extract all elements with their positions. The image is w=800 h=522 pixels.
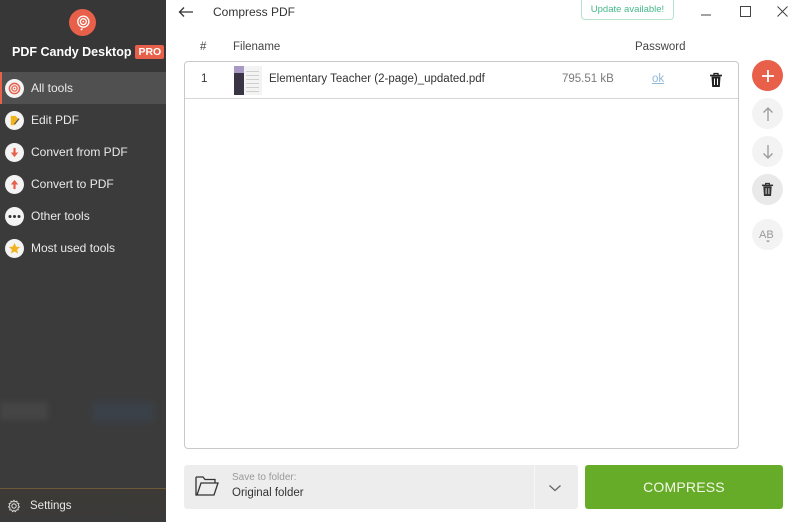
chevron-down-icon: [548, 480, 562, 498]
minimize-button[interactable]: [688, 0, 724, 22]
trash-icon: [761, 182, 774, 196]
sidebar-item-label: Most used tools: [31, 241, 116, 255]
column-header-index: #: [200, 41, 207, 53]
ellipsis-icon: [5, 206, 24, 226]
sort-ab-icon: AB: [759, 229, 774, 242]
row-index: 1: [201, 73, 208, 85]
sidebar-item-other-tools[interactable]: Other tools: [0, 200, 166, 232]
sidebar-nav: All tools Edit PDF Convert from PDF Conv…: [0, 72, 166, 264]
maximize-icon: [739, 5, 751, 17]
table-row[interactable]: 1 Elementary Teacher (2-page)_updated.pd…: [185, 62, 738, 99]
blurred-background-region: [0, 402, 48, 420]
save-to-folder-value: Original folder: [232, 487, 304, 499]
brand-header: PDF Candy Desktop PRO: [0, 0, 166, 72]
star-icon: [5, 238, 24, 258]
column-header-filename: Filename: [233, 41, 281, 53]
close-button[interactable]: [764, 0, 800, 22]
move-down-button[interactable]: [752, 136, 783, 167]
back-button[interactable]: [176, 2, 196, 22]
delete-all-button[interactable]: [752, 174, 783, 205]
row-file-size: 795.51 kB: [562, 73, 614, 85]
blurred-background-region: [92, 402, 154, 422]
app-window: PDF Candy Desktop PRO All tools Edit PDF …: [0, 0, 800, 522]
arrow-up-icon: [5, 174, 24, 194]
sidebar-item-convert-from-pdf[interactable]: Convert from PDF: [0, 136, 166, 168]
file-list: 1 Elementary Teacher (2-page)_updated.pd…: [184, 61, 739, 449]
dropdown-divider: [534, 465, 535, 509]
brand-title: PDF Candy Desktop: [12, 45, 132, 59]
arrow-up-icon: [762, 106, 773, 121]
page-title: Compress PDF: [213, 5, 296, 19]
sort-button[interactable]: AB: [752, 219, 783, 250]
pencil-icon: [5, 110, 24, 130]
sidebar-item-label: Other tools: [31, 209, 90, 223]
arrow-down-icon: [5, 142, 24, 162]
sidebar-item-label: All tools: [31, 81, 74, 95]
maximize-button[interactable]: [727, 0, 763, 22]
minimize-icon: [701, 14, 711, 16]
sidebar-item-edit-pdf[interactable]: Edit PDF: [0, 104, 166, 136]
arrow-left-icon: [178, 7, 193, 17]
save-to-folder-dropdown[interactable]: Save to folder: Original folder: [184, 465, 578, 509]
plus-icon: [761, 69, 774, 82]
sidebar-item-label: Convert to PDF: [31, 177, 114, 191]
sidebar-item-all-tools[interactable]: All tools: [0, 72, 166, 104]
folder-icon: [194, 474, 220, 503]
update-available-button[interactable]: Update available!: [581, 0, 674, 20]
svg-text:AB: AB: [759, 229, 774, 241]
sidebar-item-label: Edit PDF: [31, 113, 80, 127]
gear-icon: [7, 498, 21, 512]
close-icon: [776, 5, 788, 17]
pdf-candy-logo-icon: [69, 9, 96, 36]
arrow-down-icon: [762, 144, 773, 159]
compress-button[interactable]: COMPRESS: [585, 465, 783, 509]
settings-label: Settings: [30, 499, 72, 512]
sidebar-item-label: Convert from PDF: [31, 145, 128, 159]
row-filename: Elementary Teacher (2-page)_updated.pdf: [269, 73, 485, 85]
brand-name: PDF Candy Desktop PRO: [12, 45, 165, 59]
save-to-folder-label: Save to folder:: [232, 472, 297, 483]
add-file-button[interactable]: [752, 60, 783, 91]
trash-icon: [710, 72, 722, 87]
pdf-thumbnail: [234, 66, 262, 95]
sidebar-item-most-used-tools[interactable]: Most used tools: [0, 232, 166, 264]
sidebar-item-convert-to-pdf[interactable]: Convert to PDF: [0, 168, 166, 200]
row-delete-button[interactable]: [709, 72, 723, 93]
column-header-password: Password: [635, 41, 686, 53]
move-up-button[interactable]: [752, 98, 783, 129]
sidebar: PDF Candy Desktop PRO All tools Edit PDF …: [0, 0, 166, 522]
row-password-link[interactable]: ok: [652, 73, 664, 85]
spiral-icon: [5, 78, 24, 98]
settings-button[interactable]: Settings: [0, 488, 166, 522]
pro-badge: PRO: [135, 45, 165, 59]
